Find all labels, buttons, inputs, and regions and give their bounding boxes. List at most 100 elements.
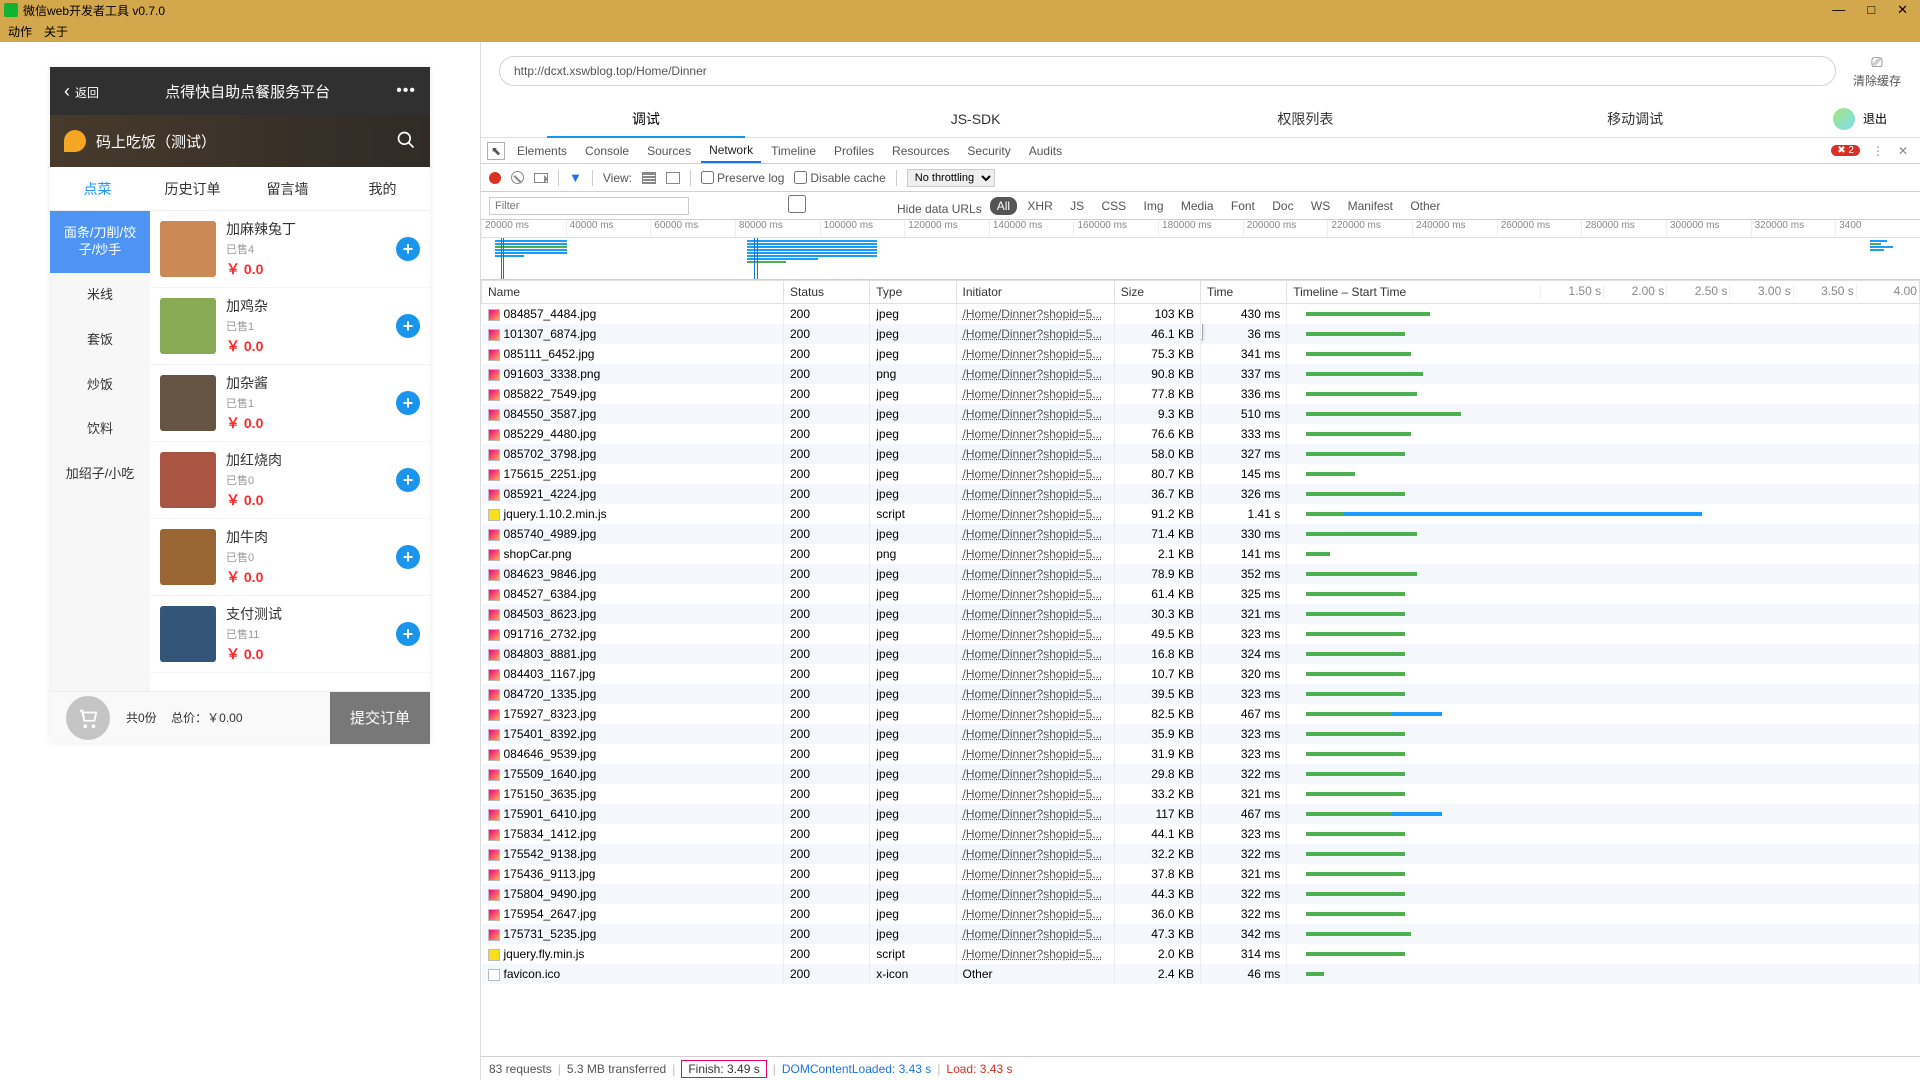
col-size[interactable]: Size [1114, 281, 1200, 304]
add-dish-button[interactable]: + [396, 468, 420, 492]
errors-badge[interactable]: ✖ 2 [1831, 145, 1860, 156]
add-dish-button[interactable]: + [396, 545, 420, 569]
request-row[interactable]: 175834_1412.jpg200jpeg/Home/Dinner?shopi… [482, 824, 1920, 844]
view-frame-icon[interactable] [666, 172, 680, 184]
request-row[interactable]: 175804_9490.jpg200jpeg/Home/Dinner?shopi… [482, 884, 1920, 904]
add-dish-button[interactable]: + [396, 314, 420, 338]
request-row[interactable]: 085111_6452.jpg200jpeg/Home/Dinner?shopi… [482, 344, 1920, 364]
request-row[interactable]: jquery.1.10.2.min.js200script/Home/Dinne… [482, 504, 1920, 524]
devtools-tab[interactable]: Resources [884, 140, 957, 162]
add-dish-button[interactable]: + [396, 237, 420, 261]
request-row[interactable]: 084527_6384.jpg200jpeg/Home/Dinner?shopi… [482, 584, 1920, 604]
phone-tab[interactable]: 我的 [335, 179, 430, 199]
phone-tab[interactable]: 历史订单 [145, 179, 240, 199]
hide-data-urls-checkbox[interactable]: Hide data URLs [697, 195, 982, 216]
col-type[interactable]: Type [870, 281, 956, 304]
search-icon[interactable] [396, 130, 416, 153]
clear-button[interactable] [511, 171, 524, 184]
url-bar[interactable]: http://dcxt.xswblog.top/Home/Dinner [499, 56, 1836, 86]
category-item[interactable]: 饮料 [50, 407, 150, 452]
request-row[interactable]: 175150_3635.jpg200jpeg/Home/Dinner?shopi… [482, 784, 1920, 804]
back-button[interactable]: ‹ 返回 [64, 81, 99, 102]
request-row[interactable]: 085702_3798.jpg200jpeg/Home/Dinner?shopi… [482, 444, 1920, 464]
clear-cache-button[interactable]: ⎚清除缓存 [1852, 54, 1902, 89]
col-timeline[interactable]: Timeline – Start Time1.50 s2.00 s2.50 s3… [1287, 281, 1920, 304]
request-row[interactable]: 084720_1335.jpg200jpeg/Home/Dinner?shopi… [482, 684, 1920, 704]
devtools-tab[interactable]: Timeline [763, 140, 824, 162]
request-row[interactable]: favicon.ico200x-iconOther2.4 KB46 ms [482, 964, 1920, 984]
devtools-tab[interactable]: Console [577, 140, 637, 162]
category-item[interactable]: 炒饭 [50, 363, 150, 408]
network-request-table[interactable]: Name Status Type Initiator Size Time Tim… [481, 280, 1920, 1056]
devtools-tab[interactable]: Sources [639, 140, 699, 162]
request-row[interactable]: 175927_8323.jpg200jpeg/Home/Dinner?shopi… [482, 704, 1920, 724]
window-maximize-button[interactable]: □ [1867, 2, 1875, 18]
request-row[interactable]: shopCar.png200png/Home/Dinner?shopid=5..… [482, 544, 1920, 564]
filter-type[interactable]: Media [1174, 197, 1221, 215]
filter-input[interactable] [489, 197, 689, 215]
filter-type[interactable]: All [990, 197, 1017, 215]
filter-type[interactable]: Font [1224, 197, 1262, 215]
request-row[interactable]: 084646_9539.jpg200jpeg/Home/Dinner?shopi… [482, 744, 1920, 764]
submit-order-button[interactable]: 提交订单 [330, 692, 430, 744]
col-initiator[interactable]: Initiator [956, 281, 1114, 304]
disable-cache-checkbox[interactable]: Disable cache [794, 171, 885, 185]
filter-type[interactable]: JS [1063, 197, 1091, 215]
request-row[interactable]: 175542_9138.jpg200jpeg/Home/Dinner?shopi… [482, 844, 1920, 864]
request-row[interactable]: 101307_6874.jpg200jpeg/Home/Dinner?shopi… [482, 324, 1920, 344]
devtools-tab[interactable]: Security [959, 140, 1018, 162]
category-item[interactable]: 加绍子/小吃 [50, 452, 150, 497]
request-row[interactable]: 175954_2647.jpg200jpeg/Home/Dinner?shopi… [482, 904, 1920, 924]
more-icon[interactable]: ••• [396, 82, 416, 100]
capture-screenshot-icon[interactable] [534, 173, 548, 183]
devtools-tab[interactable]: Profiles [826, 140, 882, 162]
filter-type[interactable]: Img [1136, 197, 1170, 215]
request-row[interactable]: 175615_2251.jpg200jpeg/Home/Dinner?shopi… [482, 464, 1920, 484]
request-row[interactable]: 091603_3338.png200png/Home/Dinner?shopid… [482, 364, 1920, 384]
filter-type[interactable]: XHR [1020, 197, 1059, 215]
timeline-overview[interactable]: 20000 ms40000 ms60000 ms80000 ms100000 m… [481, 220, 1920, 280]
request-row[interactable]: 175731_5235.jpg200jpeg/Home/Dinner?shopi… [482, 924, 1920, 944]
filter-type[interactable]: Other [1403, 197, 1447, 215]
mode-tab[interactable]: JS-SDK [811, 100, 1141, 137]
request-row[interactable]: 085740_4989.jpg200jpeg/Home/Dinner?shopi… [482, 524, 1920, 544]
category-item[interactable]: 套饭 [50, 318, 150, 363]
request-row[interactable]: 175901_6410.jpg200jpeg/Home/Dinner?shopi… [482, 804, 1920, 824]
category-item[interactable]: 面条/刀削/饺子/炒手 [50, 211, 150, 273]
devtools-close-icon[interactable]: ✕ [1892, 144, 1914, 158]
request-row[interactable]: 084550_3587.jpg200jpeg/Home/Dinner?shopi… [482, 404, 1920, 424]
inspect-icon[interactable]: ⬉ [487, 142, 505, 160]
request-row[interactable]: 175436_9113.jpg200jpeg/Home/Dinner?shopi… [482, 864, 1920, 884]
add-dish-button[interactable]: + [396, 622, 420, 646]
cart-icon[interactable] [66, 696, 110, 740]
filter-type[interactable]: Manifest [1341, 197, 1400, 215]
request-row[interactable]: 085921_4224.jpg200jpeg/Home/Dinner?shopi… [482, 484, 1920, 504]
request-row[interactable]: 084403_1167.jpg200jpeg/Home/Dinner?shopi… [482, 664, 1920, 684]
col-time[interactable]: Time [1200, 281, 1286, 304]
devtools-tab[interactable]: Network [701, 139, 761, 163]
request-row[interactable]: 175401_8392.jpg200jpeg/Home/Dinner?shopi… [482, 724, 1920, 744]
phone-tab[interactable]: 留言墙 [240, 179, 335, 199]
phone-tab[interactable]: 点菜 [50, 179, 145, 199]
mode-tab[interactable]: 调试 [481, 100, 811, 137]
logout-button[interactable]: 退出 [1800, 100, 1920, 137]
record-button[interactable] [489, 172, 501, 184]
request-row[interactable]: 091716_2732.jpg200jpeg/Home/Dinner?shopi… [482, 624, 1920, 644]
filter-icon[interactable]: ▼ [569, 170, 582, 185]
request-row[interactable]: 084803_8881.jpg200jpeg/Home/Dinner?shopi… [482, 644, 1920, 664]
request-row[interactable]: 084857_4484.jpg200jpeg/Home/Dinner?shopi… [482, 304, 1920, 325]
request-row[interactable]: 085822_7549.jpg200jpeg/Home/Dinner?shopi… [482, 384, 1920, 404]
throttling-select[interactable]: No throttling [907, 169, 995, 187]
request-row[interactable]: 084503_8623.jpg200jpeg/Home/Dinner?shopi… [482, 604, 1920, 624]
request-row[interactable]: 084623_9846.jpg200jpeg/Home/Dinner?shopi… [482, 564, 1920, 584]
menu-action[interactable]: 动作 [8, 23, 32, 40]
mode-tab[interactable]: 权限列表 [1141, 100, 1471, 137]
devtools-tab[interactable]: Elements [509, 140, 575, 162]
add-dish-button[interactable]: + [396, 391, 420, 415]
category-item[interactable]: 米线 [50, 273, 150, 318]
view-large-icon[interactable] [642, 172, 656, 184]
devtools-more-icon[interactable]: ⋮ [1866, 144, 1890, 158]
filter-type[interactable]: Doc [1265, 197, 1300, 215]
col-status[interactable]: Status [783, 281, 869, 304]
filter-type[interactable]: CSS [1094, 197, 1133, 215]
